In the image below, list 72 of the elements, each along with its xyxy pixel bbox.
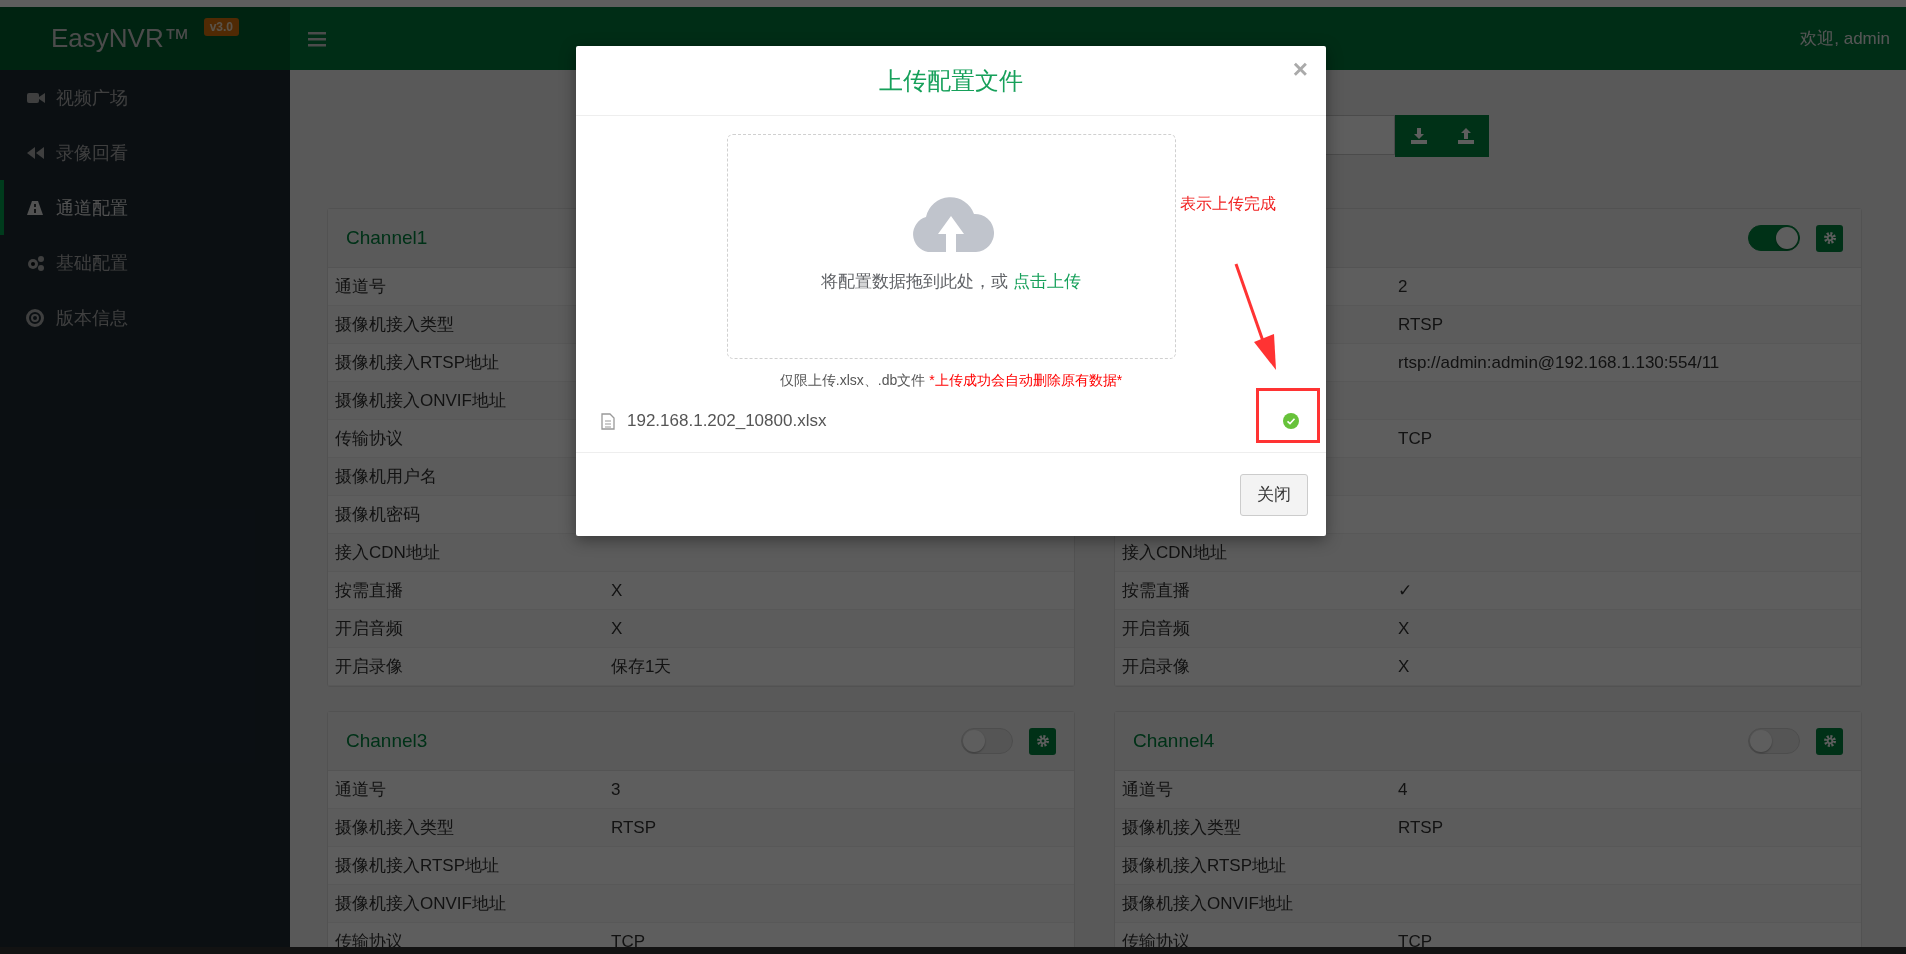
field-value: rtsp://admin:admin@192.168.1.130:554/11 [1397,352,1721,373]
field-label: 开启录像 [334,656,404,678]
field-value: TCP [1397,931,1433,952]
upload-tip: 仅限上传.xlsx、.db文件 *上传成功会自动删除原有数据* [779,372,1123,390]
field-value: ✓ [1397,580,1414,601]
welcome-text: 欢迎, admin [1800,28,1890,50]
file-icon [601,412,615,430]
download-button[interactable] [1395,115,1442,157]
field-label: 通道号 [1121,779,1174,801]
field-label: 摄像机接入ONVIF地址 [1121,893,1294,915]
field-label: 接入CDN地址 [334,542,441,564]
field-label: 开启音频 [334,618,404,640]
field-value: 3 [610,779,622,800]
field-label: 摄像机接入ONVIF地址 [334,893,507,915]
highlight-frame [1256,388,1320,443]
field-value: TCP [610,931,646,952]
field-label: 开启音频 [1121,618,1191,640]
annotation-text: 表示上传完成 [1180,194,1276,214]
field-label: 摄像机接入类型 [334,314,455,336]
field-label: 摄像机接入RTSP地址 [334,855,501,877]
road-icon [26,198,46,217]
gear-icon [1822,231,1837,245]
version-badge: v3.0 [203,18,240,36]
field-label: 摄像机接入ONVIF地址 [334,390,507,412]
close-button[interactable]: × [1292,54,1308,85]
field-label: 按需直播 [334,580,404,602]
settings-button[interactable] [1816,224,1843,252]
upload-link[interactable]: 点击上传 [1012,272,1081,291]
field-value: X [1397,656,1411,677]
field-label: 传输协议 [334,428,404,450]
field-label: 摄像机接入类型 [1121,817,1242,839]
settings-button[interactable] [1029,727,1056,755]
field-value: RTSP [1397,314,1445,335]
logo: EasyNVR™ [50,23,190,54]
sidebar-item[interactable]: 通道配置 [0,180,290,235]
gear-icon [1035,734,1050,748]
channel-title: Channel4 [1133,730,1216,752]
field-label: 接入CDN地址 [1121,542,1228,564]
drop-zone[interactable]: 将配置数据拖到此处，或 点击上传 [726,134,1176,359]
close-button[interactable]: 关闭 [1240,473,1308,516]
field-value: RTSP [1397,817,1445,838]
field-value: RTSP [610,817,658,838]
gears-icon [26,253,46,272]
field-value: 4 [1397,779,1409,800]
upload-button[interactable] [1442,115,1489,157]
gear-icon [1822,734,1837,748]
settings-button[interactable] [1816,727,1843,755]
channel-toggle[interactable] [1748,225,1800,251]
field-value: X [1397,618,1411,639]
field-value: 保存1天 [610,656,673,678]
file-name: 192.168.1.202_10800.xlsx [627,411,828,431]
field-value: TCP [1397,428,1433,449]
channel-title: Channel3 [346,730,429,752]
dialog-title: 上传配置文件 [879,65,1023,96]
field-value: X [610,618,624,639]
field-value: 2 [1397,276,1409,297]
field-label: 通道号 [334,276,387,298]
upload-icon [1456,128,1475,144]
menu-icon[interactable] [308,30,326,47]
field-label: 摄像机接入RTSP地址 [1121,855,1288,877]
field-label: 按需直播 [1121,580,1191,602]
drop-hint: 将配置数据拖到此处，或 点击上传 [821,271,1081,293]
channel-title: Channel1 [346,227,429,249]
lifebuoy-icon [26,308,46,327]
field-label: 摄像机接入RTSP地址 [334,352,501,374]
field-label: 通道号 [334,779,387,801]
field-value: X [610,580,624,601]
field-label: 摄像机密码 [334,504,421,526]
field-label: 开启录像 [1121,656,1191,678]
field-label: 摄像机用户名 [334,466,438,488]
field-label: 摄像机接入类型 [334,817,455,839]
download-icon [1409,128,1428,144]
